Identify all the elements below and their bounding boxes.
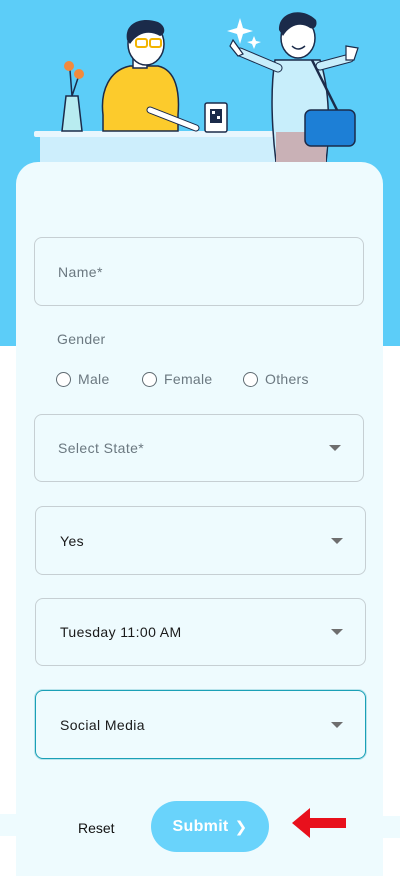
appointment-time-value: Tuesday 11:00 AM bbox=[60, 624, 182, 640]
chevron-down-icon bbox=[331, 537, 343, 544]
submit-button[interactable]: Submit ❯ bbox=[151, 801, 269, 852]
chevron-down-icon bbox=[331, 629, 343, 635]
background-swoosh-left bbox=[0, 814, 18, 836]
red-arrow-icon bbox=[292, 808, 346, 838]
name-input[interactable]: Name* bbox=[34, 237, 364, 306]
reset-button[interactable]: Reset bbox=[78, 820, 115, 836]
background-swoosh-right bbox=[382, 816, 400, 838]
radio-circle-icon[interactable] bbox=[142, 371, 157, 387]
chevron-right-icon: ❯ bbox=[234, 818, 248, 836]
radio-circle-icon[interactable] bbox=[243, 371, 258, 387]
yes-no-value: Yes bbox=[60, 532, 85, 549]
hero-illustration bbox=[34, 12, 359, 167]
gender-label: Gender bbox=[57, 331, 106, 347]
state-placeholder: Select State* bbox=[58, 440, 145, 456]
source-value: Social Media bbox=[60, 716, 145, 733]
radio-female-label: Female bbox=[164, 371, 213, 387]
radio-male[interactable]: Male bbox=[56, 371, 110, 387]
radio-male-label: Male bbox=[78, 371, 110, 387]
submit-label: Submit bbox=[172, 817, 229, 835]
radio-circle-icon[interactable] bbox=[56, 371, 71, 387]
source-select[interactable]: Social Media bbox=[35, 690, 366, 759]
chevron-down-icon bbox=[329, 445, 341, 451]
radio-others[interactable]: Others bbox=[243, 371, 309, 387]
radio-female[interactable]: Female bbox=[142, 371, 212, 387]
yes-no-select[interactable]: Yes bbox=[35, 506, 366, 575]
appointment-time-select[interactable]: Tuesday 11:00 AM bbox=[35, 598, 366, 666]
radio-others-label: Others bbox=[265, 371, 309, 387]
state-select[interactable]: Select State* bbox=[34, 414, 364, 482]
name-placeholder: Name* bbox=[58, 263, 103, 280]
chevron-down-icon bbox=[331, 721, 343, 728]
